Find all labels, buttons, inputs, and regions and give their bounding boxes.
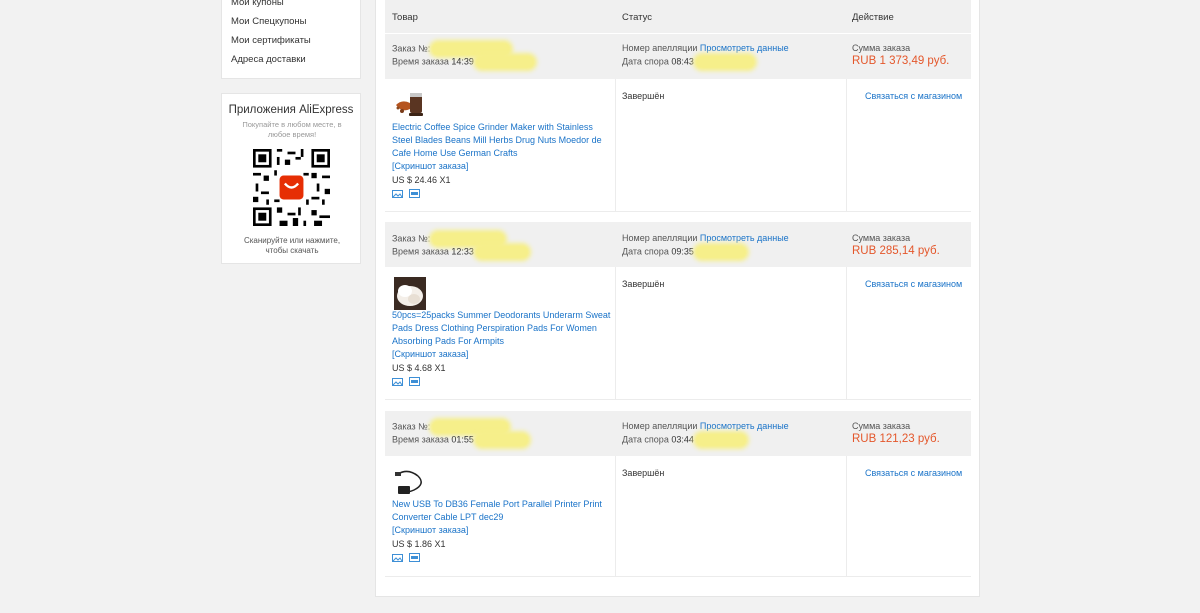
product-image[interactable] xyxy=(392,466,432,499)
dispute-time: 03:44 xyxy=(671,434,694,445)
product-image[interactable] xyxy=(392,277,432,310)
dispute-date-label: Дата спора xyxy=(622,56,669,67)
order-body: Electric Coffee Spice Grinder Maker with… xyxy=(385,79,971,212)
view-data-link[interactable]: Просмотреть данные xyxy=(700,421,789,431)
product-title-link[interactable]: Electric Coffee Spice Grinder Maker with… xyxy=(392,121,612,160)
order-sum: RUB 1 373,49 руб. xyxy=(852,55,950,67)
product-image[interactable] xyxy=(392,89,432,122)
appeal-number-label: Номер апелляции xyxy=(622,43,698,53)
redacted-order-date xyxy=(475,56,534,68)
order-body: New USB To DB36 Female Port Parallel Pri… xyxy=(385,456,971,577)
order-number-label: Заказ №: xyxy=(392,43,431,54)
dispute-date-label: Дата спора xyxy=(622,246,669,257)
appeal-number-label: Номер апелляции xyxy=(622,233,698,243)
contact-store-button[interactable]: Связаться с магазином xyxy=(865,279,962,289)
dispute-date-label: Дата спора xyxy=(622,434,669,445)
redacted-dispute-date xyxy=(695,56,754,68)
snapshot-icon[interactable] xyxy=(409,189,420,198)
order-sum-label: Сумма заказа xyxy=(852,43,911,53)
sidebar-item-certificates[interactable]: Мои сертификаты xyxy=(231,35,311,46)
order-sum-label: Сумма заказа xyxy=(852,233,911,243)
col-product-header: Товар xyxy=(392,12,418,23)
order-header: Заказ №: Время заказа 14:39 Номер апелля… xyxy=(385,34,971,79)
order-time: 14:39 xyxy=(451,56,474,67)
image-icon[interactable] xyxy=(392,553,403,562)
apps-subtitle: Покупайте в любом месте, в любое время! xyxy=(242,120,342,139)
product-title-link[interactable]: New USB To DB36 Female Port Parallel Pri… xyxy=(392,498,612,524)
redacted-order-number xyxy=(432,421,509,433)
product-price: US $ 24.46 X1 xyxy=(392,175,451,185)
image-icon[interactable] xyxy=(392,377,403,386)
order-time-label: Время заказа xyxy=(392,246,449,257)
order-sum: RUB 285,14 руб. xyxy=(852,245,940,257)
redacted-order-number xyxy=(432,233,505,245)
order-time: 01:55 xyxy=(451,434,474,445)
order-header: Заказ №: Время заказа 12:33 Номер апелля… xyxy=(385,222,971,267)
snapshot-icon[interactable] xyxy=(409,377,420,386)
order-header: Заказ №: Время заказа 01:55 Номер апелля… xyxy=(385,411,971,456)
snapshot-icon[interactable] xyxy=(409,553,420,562)
order-time-label: Время заказа xyxy=(392,56,449,67)
product-title-link[interactable]: 50pcs=25packs Summer Deodorants Underarm… xyxy=(392,309,612,348)
order-number-label: Заказ №: xyxy=(392,233,431,244)
sidebar-item-addresses[interactable]: Адреса доставки xyxy=(231,54,306,65)
apps-scan-text: Сканируйте или нажмите, чтобы скачать xyxy=(243,236,341,255)
col-action-header: Действие xyxy=(852,12,894,23)
order-screenshot-link[interactable]: [Скриншот заказа] xyxy=(392,160,612,173)
view-data-link[interactable]: Просмотреть данные xyxy=(700,43,789,53)
order-status: Завершён xyxy=(622,279,665,289)
order-time-label: Время заказа xyxy=(392,434,449,445)
dispute-time: 08:43 xyxy=(671,56,694,67)
product-price: US $ 4.68 X1 xyxy=(392,363,446,373)
contact-store-button[interactable]: Связаться с магазином xyxy=(865,91,962,101)
redacted-order-date xyxy=(475,246,528,258)
redacted-order-number xyxy=(432,43,511,55)
orders-table-header: Товар Статус Действие xyxy=(385,0,971,33)
redacted-dispute-date xyxy=(695,434,746,446)
dispute-time: 09:35 xyxy=(671,246,694,257)
product-price: US $ 1.86 X1 xyxy=(392,539,446,549)
order-time: 12:33 xyxy=(451,246,474,257)
sidebar-menu: Мои купоны Мои Спецкупоны Мои сертификат… xyxy=(221,0,361,79)
image-icon[interactable] xyxy=(392,189,403,198)
contact-store-button[interactable]: Связаться с магазином xyxy=(865,468,962,478)
order-body: 50pcs=25packs Summer Deodorants Underarm… xyxy=(385,267,971,400)
order-sum: RUB 121,23 руб. xyxy=(852,433,940,445)
order-screenshot-link[interactable]: [Скриншот заказа] xyxy=(392,348,612,361)
sidebar-item-coupons[interactable]: Мои купоны xyxy=(231,0,284,8)
order-status: Завершён xyxy=(622,468,665,478)
order-sum-label: Сумма заказа xyxy=(852,421,911,431)
apps-promo: Приложения AliExpress Покупайте в любом … xyxy=(221,93,361,264)
view-data-link[interactable]: Просмотреть данные xyxy=(700,233,789,243)
order-number-label: Заказ №: xyxy=(392,421,431,432)
sidebar-item-special-coupons[interactable]: Мои Спецкупоны xyxy=(231,16,307,27)
appeal-number-label: Номер апелляции xyxy=(622,421,698,431)
qr-code-icon[interactable] xyxy=(253,149,330,226)
col-status-header: Статус xyxy=(622,12,653,23)
order-status: Завершён xyxy=(622,91,665,101)
order-screenshot-link[interactable]: [Скриншот заказа] xyxy=(392,524,612,537)
apps-title: Приложения AliExpress xyxy=(228,104,354,116)
redacted-order-date xyxy=(475,434,528,446)
redacted-dispute-date xyxy=(695,246,746,258)
orders-panel: Товар Статус Действие Заказ №: Время зак… xyxy=(375,0,980,597)
